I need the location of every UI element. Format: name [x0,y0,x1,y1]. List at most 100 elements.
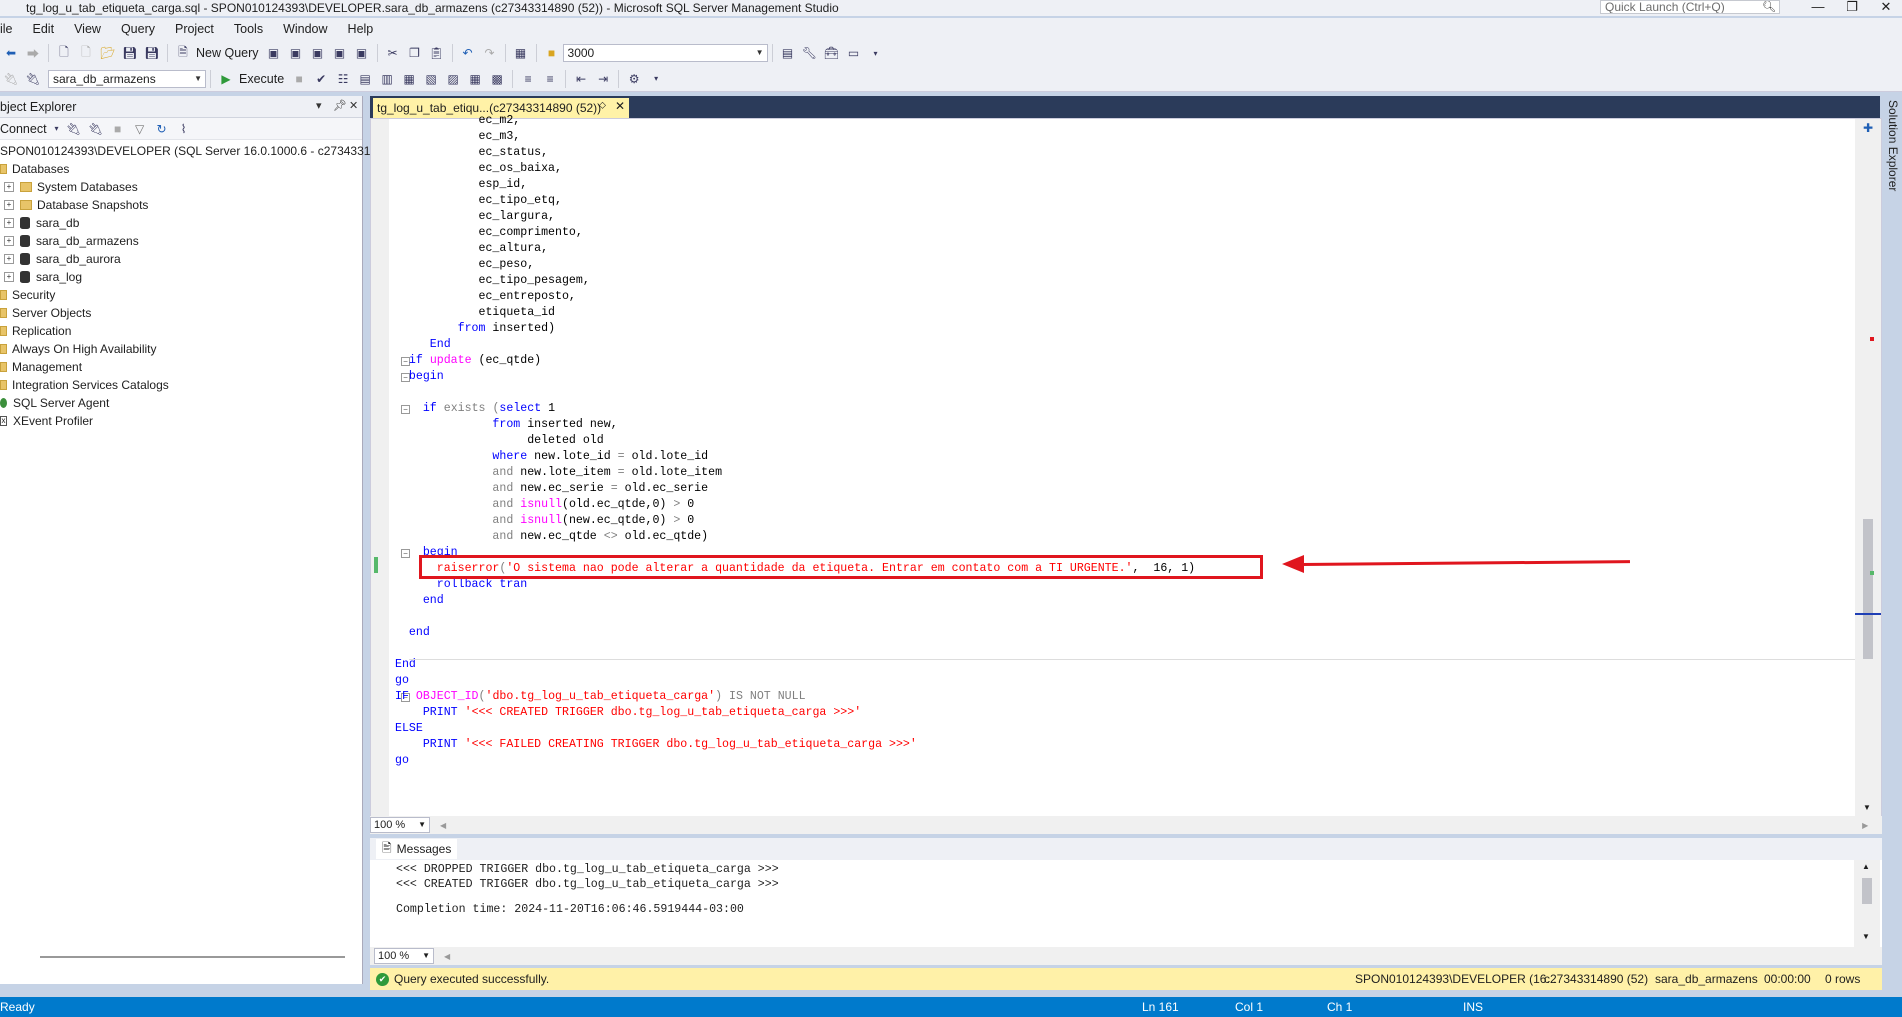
query-designer-icon[interactable]: ▤ [355,69,375,89]
scroll-thumb[interactable] [1862,878,1872,904]
editor-zoom-combo[interactable]: 100 % ▼ [370,817,430,833]
parse-icon[interactable]: ✔ [311,69,331,89]
messages-pane[interactable]: <<< DROPPED TRIGGER dbo.tg_log_u_tab_eti… [370,860,1882,948]
vertical-scrollbar[interactable]: ✚ ▼ [1855,119,1881,819]
stop-icon[interactable]: ■ [289,69,309,89]
new-query-icon[interactable]: 🗎︎ [173,43,193,63]
live-stats-icon[interactable]: ▦ [399,69,419,89]
expand-icon[interactable]: + [4,218,14,228]
scroll-left-icon[interactable]: ◀ [440,821,446,830]
tab-messages[interactable]: 🖹︎ Messages [376,839,458,859]
other-query-icon[interactable]: ▣ [352,43,372,63]
tree-node[interactable]: + sara_db_armazens [0,232,362,250]
increase-indent-icon[interactable]: ⇥ [593,69,613,89]
refresh-icon[interactable]: ↻ [152,119,172,139]
menu-item-0[interactable]: ile [0,22,23,36]
max-rows-combo[interactable]: 3000 ▼ [562,44,768,62]
specify-values-icon[interactable]: ⚙ [624,69,644,89]
menu-item-1[interactable]: Edit [23,22,65,36]
messages-zoom-combo[interactable]: 100 % ▼ [374,948,434,964]
decrease-indent-icon[interactable]: ⇤ [571,69,591,89]
tree-node[interactable]: Always On High Availability [0,340,362,358]
connect-icon[interactable]: 🔌︎ [1,69,21,89]
tree-node[interactable]: + System Databases [0,178,362,196]
results-text-icon[interactable]: ▨ [443,69,463,89]
horizontal-scrollbar[interactable] [40,956,345,958]
tree-node[interactable]: + sara_log [0,268,362,286]
menu-item-5[interactable]: Tools [224,22,273,36]
save-all-icon[interactable]: 💾︎ [142,43,162,63]
connect-server-icon[interactable]: 🔌︎ [64,119,84,139]
change-connection-icon[interactable]: 🔌︎ [23,69,43,89]
execute-icon[interactable]: ▶ [216,69,236,89]
cut-icon[interactable]: ✂ [383,43,403,63]
dmx-query-icon[interactable]: ▣ [286,43,306,63]
undo-icon[interactable]: ↶ [458,43,478,63]
solution-explorer-icon[interactable]: ▤ [778,43,798,63]
tree-server-node[interactable]: SPON010124393\DEVELOPER (SQL Server 16.0… [0,142,401,160]
comment-icon[interactable]: ≡ [518,69,538,89]
command-window-icon[interactable]: ▭ [844,43,864,63]
window-position-icon[interactable]: ▾ [316,99,322,112]
back-icon[interactable]: ⬅ [1,43,21,63]
expand-icon[interactable]: + [4,200,14,210]
tree-node[interactable]: Management [0,358,362,376]
forward-icon[interactable]: ⮕ [23,43,43,63]
close-icon[interactable]: ✕ [349,99,358,112]
tree-node[interactable]: Security [0,286,362,304]
tree-node[interactable]: Replication [0,322,362,340]
toolbar-overflow-icon[interactable]: ▾ [646,69,666,89]
pin-icon[interactable]: ⬦ [599,100,606,111]
expand-icon[interactable]: + [4,272,14,282]
connect-dropdown-icon[interactable]: ▾ [52,119,62,139]
pin-icon[interactable]: 📌︎ [333,99,347,112]
tree-node[interactable]: SQL Server Agent [0,394,362,412]
scroll-left-icon[interactable]: ◀ [444,952,450,961]
tree-node[interactable]: + sara_db [0,214,362,232]
mdx-query-icon[interactable]: ▣ [264,43,284,63]
tree-node[interactable]: + sara_db_aurora [0,250,362,268]
menu-item-2[interactable]: View [64,22,111,36]
expand-icon[interactable]: + [4,236,14,246]
scroll-thumb[interactable] [1863,519,1873,659]
close-window-button[interactable]: ✕ [1866,0,1902,16]
disconnect-icon[interactable]: 🔌︎ [86,119,106,139]
tree-node[interactable]: Server Objects [0,304,362,322]
activity-monitor-icon[interactable]: ▦ [511,43,531,63]
dax-query-icon[interactable]: ▣ [330,43,350,63]
include-plan-icon[interactable]: ▥ [377,69,397,89]
display-plan-icon[interactable]: ☷ [333,69,353,89]
code-text[interactable]: ec_m2, ec_m3, ec_status, ec_os_baixa, es… [395,113,1195,769]
client-stats-icon[interactable]: ▧ [421,69,441,89]
xmla-query-icon[interactable]: ▣ [308,43,328,63]
expand-icon[interactable]: + [4,182,14,192]
split-icon[interactable]: ✚ [1863,121,1873,135]
menu-item-4[interactable]: Project [165,22,224,36]
add-item-icon[interactable]: 🗋︎ [76,43,96,63]
close-tab-icon[interactable]: ✕ [615,99,625,113]
menu-item-6[interactable]: Window [273,22,337,36]
scroll-down-icon[interactable]: ▼ [1862,932,1870,941]
redo-icon[interactable]: ↷ [480,43,500,63]
save-icon[interactable]: 💾︎ [120,43,140,63]
sql-editor[interactable]: − − − − − ec_m2, ec_m3, ec_status, ec_os_bai… [370,114,1882,820]
execute-button[interactable]: Execute [239,72,284,86]
scroll-right-icon[interactable]: ▶ [1862,821,1868,830]
menu-item-3[interactable]: Query [111,22,165,36]
toolbox-icon[interactable]: 🧰︎ [822,43,842,63]
filter-icon[interactable]: ▽ [130,119,150,139]
scroll-down-icon[interactable]: ▼ [1863,803,1871,812]
solution-explorer-tab[interactable]: Solution Explorer [1882,96,1902,196]
properties-icon[interactable]: 🔧︎ [800,43,820,63]
copy-icon[interactable]: ❐ [405,43,425,63]
tree-node[interactable]: x XEvent Profiler [0,412,362,430]
expand-icon[interactable]: + [4,254,14,264]
toolbar-overflow-icon[interactable]: ▾ [866,43,886,63]
quick-launch-input[interactable]: Quick Launch (Ctrl+Q) 🔍︎ [1600,0,1780,14]
tree-node[interactable]: + Database Snapshots [0,196,362,214]
stop-icon[interactable]: ■ [108,119,128,139]
activity-icon[interactable]: ⌇ [174,119,194,139]
connect-button[interactable]: Connect [0,122,47,136]
results-file-icon[interactable]: ▩ [487,69,507,89]
messages-scrollbar[interactable]: ▲ ▼ [1854,860,1880,948]
